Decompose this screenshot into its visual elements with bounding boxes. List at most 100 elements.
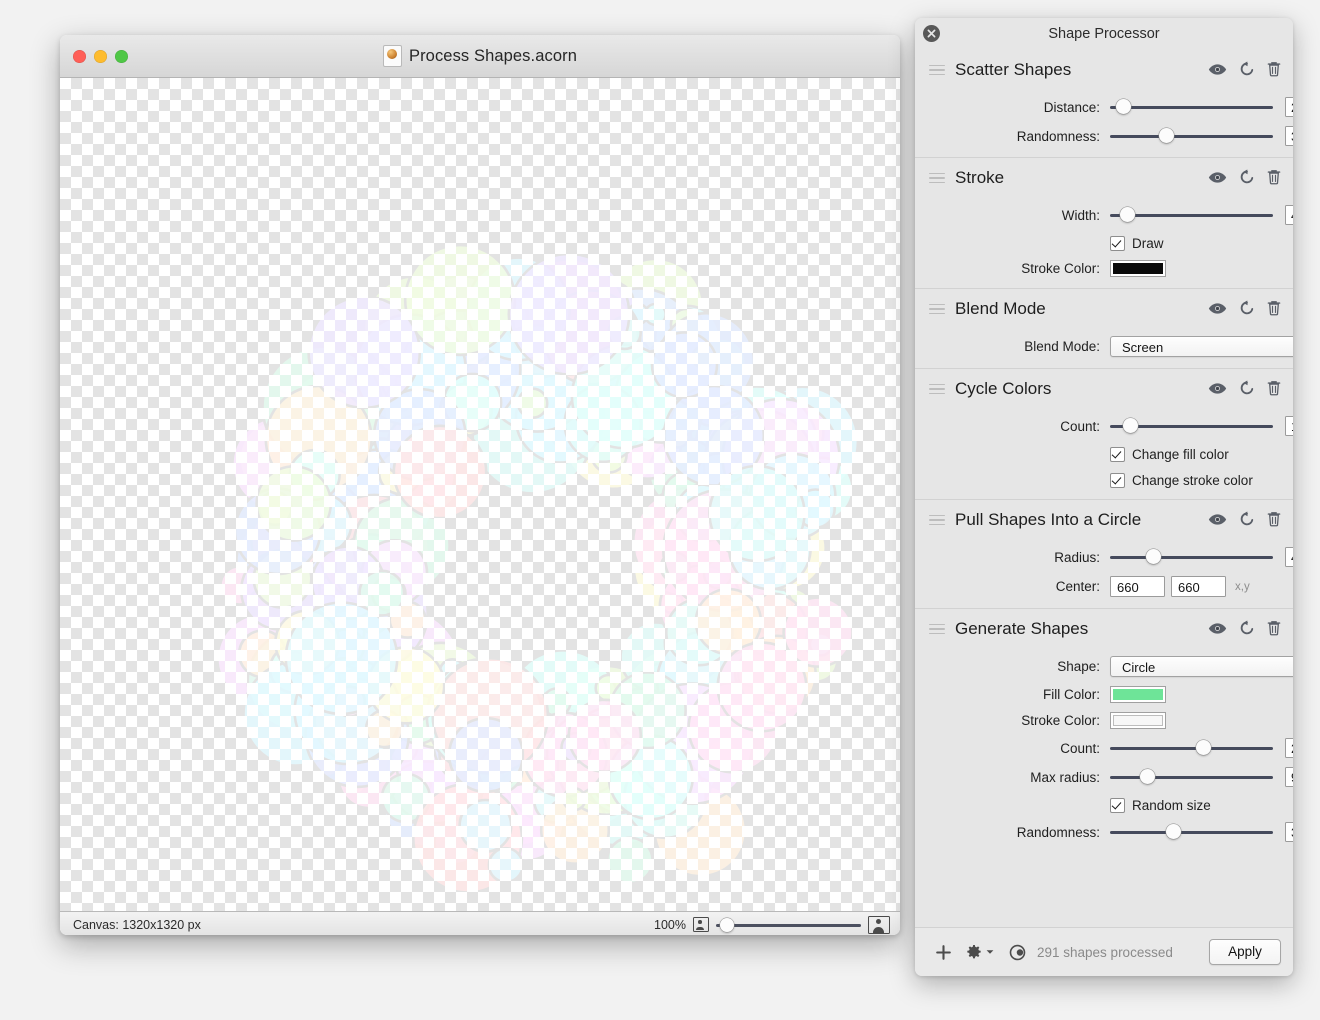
drag-handle-icon[interactable] (929, 172, 945, 184)
slider[interactable] (1110, 128, 1273, 144)
section-title: Generate Shapes (955, 619, 1089, 638)
checkbox[interactable] (1110, 447, 1125, 462)
zoom-button[interactable] (115, 49, 128, 63)
value-field[interactable]: 92 (1285, 767, 1293, 787)
control-row-slider: Count: 291 (915, 738, 1293, 758)
color-swatch[interactable] (1110, 712, 1166, 729)
value-field[interactable]: 33 (1285, 126, 1293, 146)
control-row-select: Blend Mode: Screen (915, 336, 1293, 357)
slider[interactable] (1110, 418, 1273, 434)
control-label: Randomness: (1016, 128, 1100, 144)
slider[interactable] (1110, 740, 1273, 756)
slider[interactable] (1110, 99, 1273, 115)
eye-icon[interactable] (1208, 302, 1227, 315)
drag-handle-icon[interactable] (929, 64, 945, 76)
canvas[interactable] (60, 78, 900, 911)
slider-thumb[interactable] (1123, 418, 1139, 433)
slider-thumb[interactable] (1115, 99, 1131, 114)
small-image-icon[interactable] (693, 917, 709, 932)
trash-icon[interactable] (1267, 300, 1281, 316)
document-title: Process Shapes.acorn (408, 46, 577, 65)
slider[interactable] (1110, 549, 1273, 565)
value-field[interactable]: 100% (1285, 416, 1293, 436)
trash-icon[interactable] (1267, 511, 1281, 527)
eye-icon[interactable] (1208, 513, 1227, 526)
artwork-shapes (216, 243, 860, 894)
zoom-slider[interactable] (716, 917, 861, 933)
reset-icon[interactable] (1239, 61, 1255, 77)
slider[interactable] (1110, 207, 1273, 223)
dropdown[interactable]: Circle (1110, 656, 1293, 677)
reset-icon[interactable] (1239, 300, 1255, 316)
control-row-slider: Randomness: 33 (915, 126, 1293, 146)
slider-thumb[interactable] (1139, 769, 1155, 784)
value-field[interactable]: 4 (1285, 205, 1293, 225)
center-y-field[interactable]: 660 (1171, 576, 1226, 597)
zoom-slider-thumb[interactable] (720, 917, 734, 932)
reset-icon[interactable] (1239, 511, 1255, 527)
control-row-color: Fill Color: (915, 686, 1293, 703)
shapes-processed-status: 291 shapes processed (1037, 944, 1173, 960)
control-label: Max radius: (1030, 769, 1100, 785)
control-label: Center: (1055, 579, 1100, 594)
minimize-button[interactable] (94, 49, 107, 63)
eye-icon[interactable] (1208, 622, 1227, 635)
dropdown[interactable]: Screen (1110, 336, 1293, 357)
section-pull-shapes-into-a-circle: Pull Shapes Into a Circle Radius: 440 Cente… (915, 499, 1293, 608)
trash-icon[interactable] (1267, 380, 1281, 396)
control-label: Count: (1060, 740, 1100, 756)
slider-thumb[interactable] (1166, 824, 1182, 839)
slider[interactable] (1110, 769, 1273, 785)
eye-icon[interactable] (1208, 63, 1227, 76)
slider[interactable] (1110, 824, 1273, 840)
control-row-slider: Randomness: 37 (915, 822, 1293, 842)
gear-icon[interactable] (966, 944, 994, 960)
window-title-group: Process Shapes.acorn (60, 35, 900, 77)
control-row-color: Stroke Color: (915, 260, 1293, 277)
eye-icon[interactable] (1208, 171, 1227, 184)
reset-icon[interactable] (1239, 169, 1255, 185)
plus-icon[interactable] (935, 944, 952, 961)
slider-track (1110, 746, 1273, 750)
apply-button[interactable]: Apply (1209, 939, 1281, 965)
reset-icon[interactable] (1239, 620, 1255, 636)
checkbox[interactable] (1110, 473, 1125, 488)
slider-track (1110, 105, 1273, 109)
checkbox[interactable] (1110, 798, 1125, 813)
value-field[interactable]: 291 (1285, 738, 1293, 758)
color-swatch[interactable] (1110, 260, 1166, 277)
close-button[interactable] (73, 49, 86, 63)
checkbox[interactable] (1110, 236, 1125, 251)
drag-handle-icon[interactable] (929, 383, 945, 395)
trash-icon[interactable] (1267, 620, 1281, 636)
section-title: Pull Shapes Into a Circle (955, 510, 1142, 529)
section-header: Scatter Shapes (915, 50, 1293, 88)
large-image-icon[interactable] (868, 915, 890, 934)
slider-thumb[interactable] (1120, 207, 1136, 222)
section-actions (1208, 169, 1281, 185)
trash-icon[interactable] (1267, 169, 1281, 185)
drag-handle-icon[interactable] (929, 303, 945, 315)
document-window: Process Shapes.acorn Canvas: 1320x1320 p… (60, 35, 900, 935)
close-icon[interactable] (923, 25, 940, 42)
color-swatch[interactable] (1110, 686, 1166, 703)
center-x-field[interactable]: 660 (1110, 576, 1165, 597)
trash-icon[interactable] (1267, 61, 1281, 77)
value-field[interactable]: 440 (1285, 547, 1293, 567)
control-row-checkbox: Change fill color (915, 447, 1293, 462)
section-title: Blend Mode (955, 299, 1046, 318)
control-row-slider: Count: 100% (915, 416, 1293, 436)
value-field[interactable]: 20 (1285, 97, 1293, 117)
slider-thumb[interactable] (1158, 128, 1174, 143)
slider-thumb[interactable] (1145, 549, 1161, 564)
window-titlebar[interactable]: Process Shapes.acorn (60, 35, 900, 78)
drag-handle-icon[interactable] (929, 514, 945, 526)
panel-title: Shape Processor (1048, 26, 1160, 42)
eyeball-icon[interactable] (1009, 944, 1026, 961)
eye-icon[interactable] (1208, 382, 1227, 395)
drag-handle-icon[interactable] (929, 623, 945, 635)
value-field[interactable]: 37 (1285, 822, 1293, 842)
reset-icon[interactable] (1239, 380, 1255, 396)
slider-thumb[interactable] (1195, 740, 1211, 755)
control-label: Count: (1060, 418, 1100, 434)
